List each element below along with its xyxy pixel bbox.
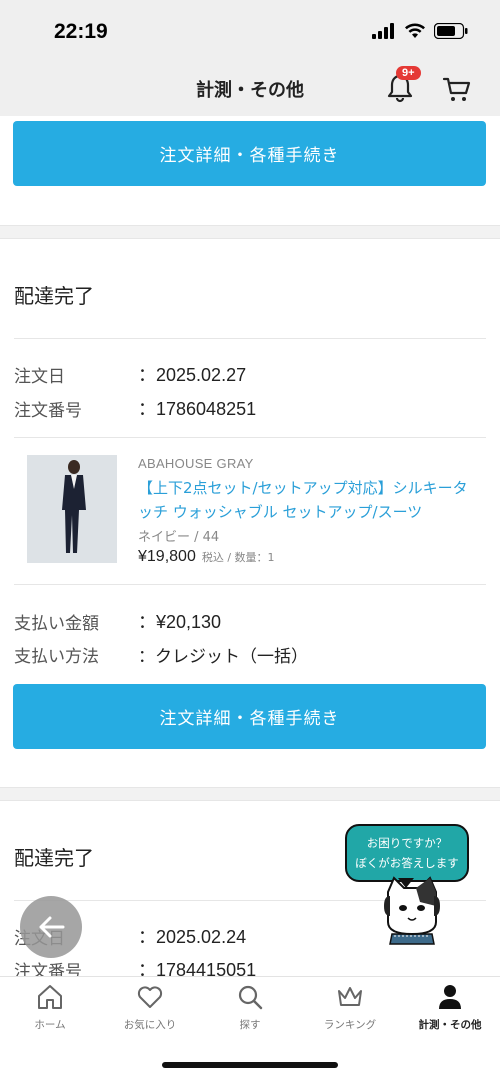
status-icons bbox=[372, 23, 468, 39]
delivery-status: 配達完了 bbox=[14, 284, 94, 308]
tab-label: お気に入り bbox=[123, 1019, 177, 1031]
header: 計測・その他 9+ bbox=[0, 62, 500, 116]
product-image[interactable] bbox=[27, 455, 117, 563]
tab-home[interactable]: ホーム bbox=[0, 977, 100, 1037]
tab-ranking[interactable]: ランキング bbox=[300, 977, 400, 1037]
product-variant: ネイビー / 44 bbox=[138, 530, 220, 545]
model-figure bbox=[27, 455, 117, 563]
payment-amount-label: 支払い金額 bbox=[14, 614, 99, 634]
status-time: 22:19 bbox=[54, 20, 108, 43]
status-bar: 22:19 bbox=[0, 0, 500, 62]
order-number: ：1784415051 bbox=[138, 960, 257, 976]
price-note: 税込 / 数量：1 bbox=[201, 551, 275, 564]
tab-favorites[interactable]: お気に入り bbox=[100, 977, 200, 1037]
tab-measure-other[interactable]: 計測・その他 bbox=[400, 977, 500, 1037]
section-divider bbox=[0, 787, 500, 801]
battery-icon bbox=[434, 23, 468, 39]
section-divider bbox=[0, 225, 500, 239]
notification-badge: 9+ bbox=[396, 66, 421, 80]
payment-amount: ：¥20,130 bbox=[138, 612, 222, 632]
search-icon bbox=[238, 985, 263, 1010]
delivery-status: 配達完了 bbox=[14, 846, 94, 870]
tab-label: 計測・その他 bbox=[418, 1019, 482, 1031]
product-price-line: ¥19,800 税込 / 数量：1 bbox=[138, 548, 275, 566]
tab-search[interactable]: 探す bbox=[200, 977, 300, 1037]
heart-icon bbox=[137, 986, 163, 1008]
help-line-1: お困りですか？ bbox=[366, 836, 448, 850]
home-icon bbox=[38, 985, 62, 1009]
divider bbox=[14, 437, 486, 438]
divider bbox=[14, 584, 486, 585]
tab-label: ホーム bbox=[34, 1019, 66, 1031]
page-title: 計測・その他 bbox=[196, 80, 304, 101]
order-date: ：2025.02.24 bbox=[138, 927, 247, 947]
order-detail-button[interactable]: 注文詳細・各種手続き bbox=[13, 684, 486, 749]
product-price: ¥19,800 bbox=[138, 548, 196, 565]
order-detail-button[interactable]: 注文詳細・各種手続き bbox=[13, 121, 486, 186]
order-date: ：2025.02.27 bbox=[138, 365, 247, 385]
tab-label: ランキング bbox=[323, 1019, 377, 1031]
arrow-left-icon bbox=[39, 916, 65, 938]
help-chat-bubble[interactable]: お困りですか？ ぼくがお答えします bbox=[345, 824, 469, 882]
order-number-label: 注文番号 bbox=[14, 962, 82, 976]
divider bbox=[14, 338, 486, 339]
order-date-label: 注文日 bbox=[14, 367, 65, 387]
help-line-2: ぼくがお答えします bbox=[355, 856, 459, 870]
product-brand: ABAHOUSE GRAY bbox=[138, 456, 254, 471]
wifi-icon bbox=[405, 23, 425, 38]
payment-method-label: 支払い方法 bbox=[14, 647, 99, 667]
order-number-label: 注文番号 bbox=[14, 401, 82, 421]
crown-icon bbox=[338, 987, 362, 1006]
cart-icon[interactable] bbox=[442, 74, 472, 104]
back-button[interactable] bbox=[20, 896, 82, 958]
home-indicator bbox=[162, 1062, 338, 1068]
payment-method: ：クレジット（一括） bbox=[138, 647, 308, 667]
cat-mascot-icon[interactable] bbox=[376, 876, 448, 946]
order-number: ：1786048251 bbox=[138, 399, 257, 419]
tab-label: 探す bbox=[239, 1019, 261, 1031]
product-name-link[interactable]: 【上下2点セット/セットアップ対応】シルキータッチ ウォッシャブル セットアップ… bbox=[138, 476, 468, 524]
signal-icon bbox=[372, 23, 394, 39]
person-icon bbox=[439, 985, 461, 1009]
